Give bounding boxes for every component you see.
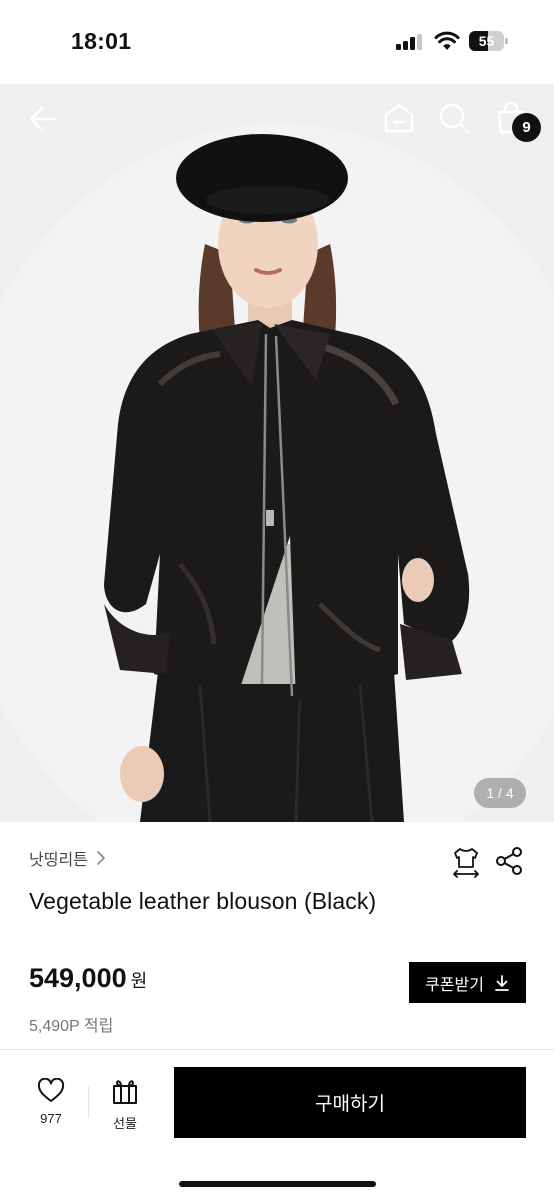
gift-button[interactable]: 선물 (104, 1078, 146, 1131)
product-price: 549,000 (29, 963, 127, 993)
get-coupon-button[interactable]: 쿠폰받기 (409, 962, 526, 1003)
cellular-signal-icon (396, 34, 424, 50)
brand-link[interactable]: 낫띵리튼 (29, 846, 106, 870)
product-title: Vegetable leather blouson (Black) (29, 888, 377, 914)
action-separator (88, 1086, 89, 1118)
buy-button-label: 구매하기 (315, 1094, 385, 1115)
size-guide-icon[interactable] (451, 846, 481, 878)
gift-label: 선물 (113, 1116, 137, 1131)
back-arrow-icon[interactable] (27, 103, 59, 135)
battery-icon: 55 (469, 31, 509, 51)
search-icon[interactable] (437, 101, 471, 135)
like-count: 977 (40, 1111, 62, 1126)
price-row: 549,000 원 (29, 963, 147, 994)
image-pager: 1 / 4 (474, 778, 526, 808)
coupon-button-label: 쿠폰받기 (425, 976, 484, 994)
divider (0, 1049, 554, 1050)
heart-icon (37, 1078, 65, 1102)
brand-name: 낫띵리튼 (29, 852, 88, 869)
status-bar: 18:01 55 (0, 0, 554, 84)
buy-button[interactable]: 구매하기 (174, 1067, 526, 1138)
price-currency: 원 (130, 971, 148, 991)
product-image-gallery[interactable] (0, 84, 554, 822)
chevron-right-icon (97, 851, 105, 865)
cart-count-badge: 9 (512, 113, 541, 142)
battery-level: 55 (478, 33, 495, 49)
share-icon[interactable] (494, 846, 524, 876)
like-button[interactable]: 977 (29, 1078, 73, 1130)
wifi-icon (434, 31, 460, 50)
reward-points: 5,490P 적립 (29, 1018, 114, 1035)
home-icon[interactable] (382, 101, 416, 135)
product-photo (0, 84, 554, 822)
gift-icon (113, 1080, 137, 1104)
status-time: 18:01 (71, 28, 132, 54)
home-indicator (179, 1181, 376, 1187)
download-icon (495, 974, 509, 991)
product-detail-page: 18:01 55 9 1 / 4 낫띵리튼 Vegetable leather … (0, 0, 554, 1200)
